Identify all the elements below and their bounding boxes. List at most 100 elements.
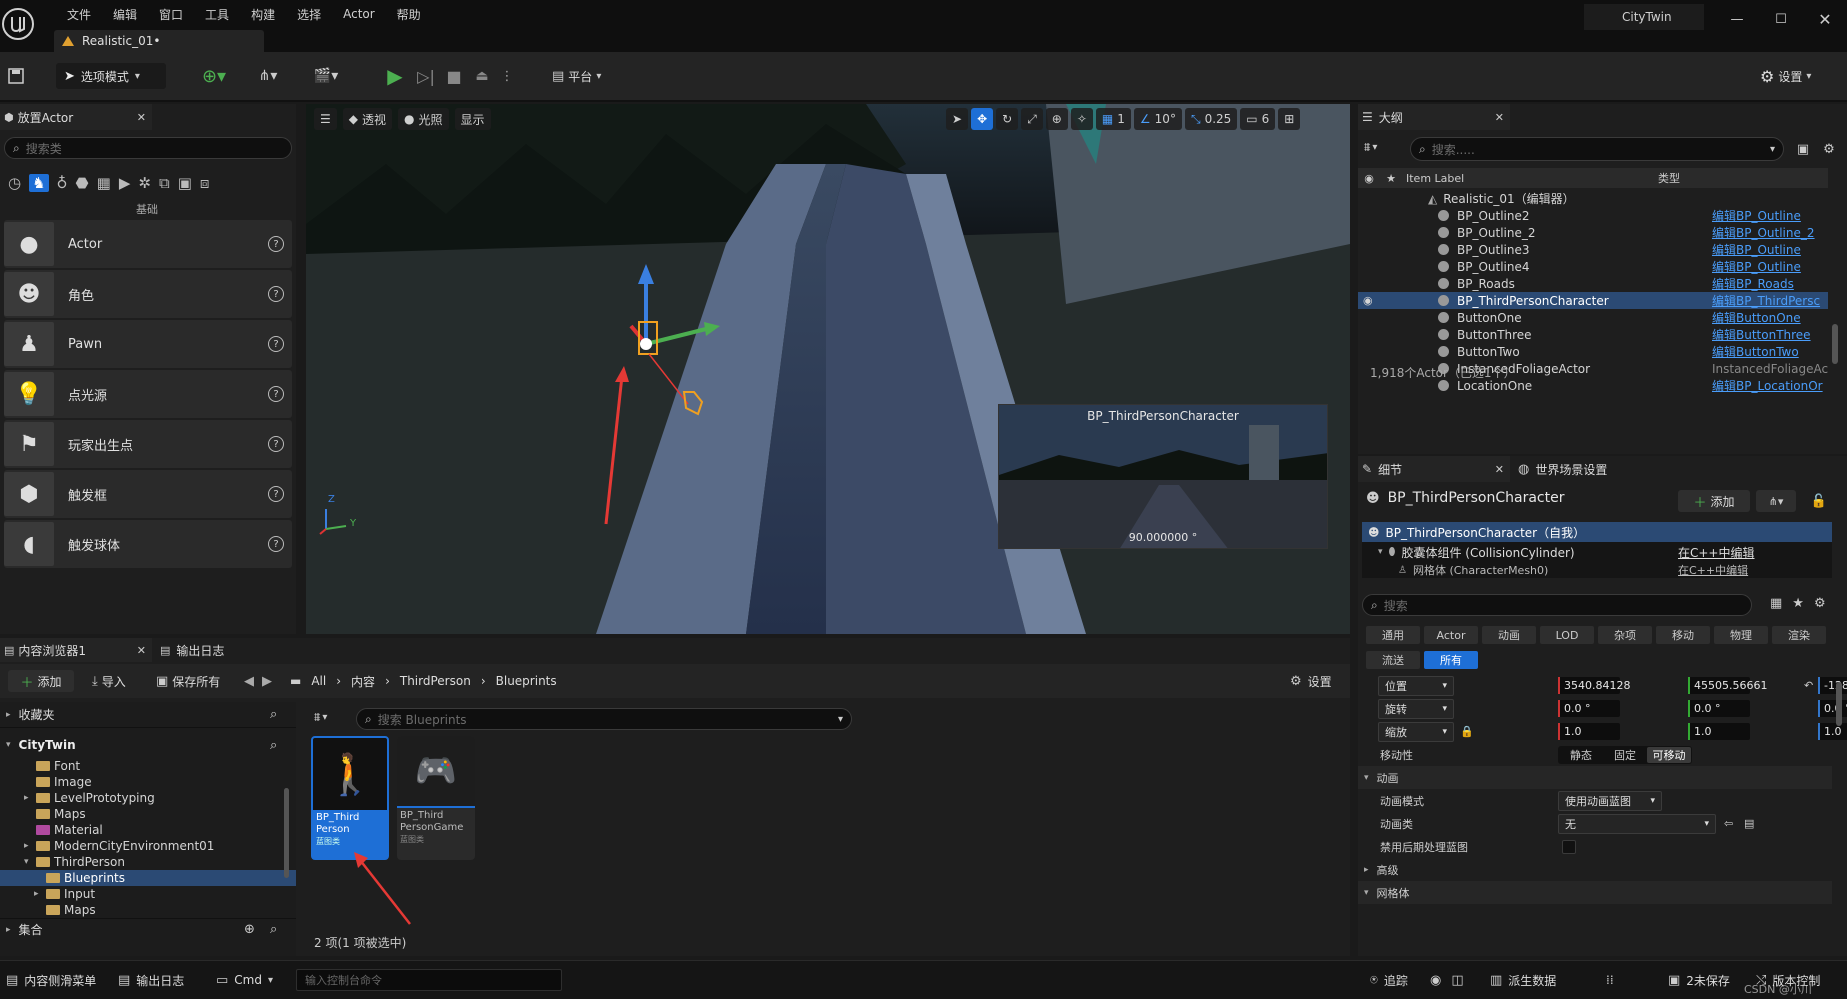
list-item[interactable]: ⬢ 触发框? [4,470,292,518]
world-local-icon[interactable]: ⊕ [1045,108,1068,130]
gear-icon[interactable]: ⚙ [1820,140,1838,158]
all-classes-icon[interactable]: ▣ [178,174,192,192]
component-capsule[interactable]: ▾ ⬮ 胶囊体组件 (CollisionCylinder) 在C++中编辑 [1362,542,1832,562]
outliner-row[interactable]: ◉ BP_ThirdPersonCharacter 编辑BP_ThirdPersc [1358,292,1828,309]
use-selected-icon[interactable]: ⇦ [1724,817,1733,830]
help-icon[interactable]: ? [268,486,284,502]
cinematic-icon[interactable]: ▦ [97,174,111,192]
outliner-row-type-link[interactable]: 编辑BP_LocationOr [1712,377,1823,394]
rotation-snap-button[interactable]: ∠ 10° [1133,108,1182,130]
outliner-row[interactable]: BP_Outline4 编辑BP_Outline [1358,258,1828,275]
scale-tool-icon[interactable]: ⤢ [1021,108,1043,130]
outliner-row[interactable]: BP_Outline2 编辑BP_Outline [1358,207,1828,224]
table-view-icon[interactable]: ▦ [1770,596,1782,611]
tree-scrollbar[interactable] [284,788,289,878]
content-drawer-button[interactable]: ▤ 内容侧滑菜单 [0,967,102,993]
menu-build[interactable]: 构建 [240,6,286,23]
visibility-eye-icon[interactable]: ◉ [1363,294,1373,307]
camera-speed-button[interactable]: ▭ 6 [1240,108,1276,130]
tree-root[interactable]: ◭ Realistic_01（编辑器） [1358,190,1828,207]
scale-snap-button[interactable]: ⤡ 0.25 [1184,108,1238,130]
settings-button[interactable]: ⚙ 设置 ▾ [1760,64,1811,88]
step-icon[interactable]: ▷| [414,64,438,88]
tree-folder-blueprints[interactable]: Blueprints [0,870,296,886]
eject-icon[interactable]: ⏏ [470,64,494,88]
list-item[interactable]: ◖ 触发球体? [4,520,292,568]
outliner-row-type-link[interactable]: 编辑BP_Roads [1712,275,1794,292]
visibility-header-icon[interactable]: ◉ [1358,172,1380,185]
collections-header[interactable]: ▸ 集合 ⊕ ⌕ [0,918,296,940]
component-mesh[interactable]: ♙ 网格体 (CharacterMesh0) 在C++中编辑 [1362,562,1832,578]
surface-snap-icon[interactable]: ✧ [1070,108,1093,130]
volumes-icon[interactable]: ⧉ [159,174,170,192]
close-tab-icon[interactable]: ✕ [137,644,146,657]
back-icon[interactable]: ◀ [244,674,254,689]
unsaved-button[interactable]: ▣ 2未保存 [1668,967,1730,993]
outliner-row[interactable]: BP_Outline_2 编辑BP_Outline_2 [1358,224,1828,241]
show-button[interactable]: 显示 [454,108,491,130]
outliner-row-type-link[interactable]: 编辑BP_Outline [1712,258,1801,275]
tree-folder-levelprototyping[interactable]: ▸ LevelPrototyping [0,790,296,806]
geometry-icon[interactable]: ✲ [138,174,151,192]
blueprint-options-button[interactable]: ⋔▾ [1756,490,1796,512]
menu-window[interactable]: 窗口 [148,6,194,23]
col-item-label[interactable]: Item Label [1402,172,1648,185]
outliner-row-type-link[interactable]: 编辑ButtonThree [1712,326,1811,343]
search-icon[interactable]: ⌕ [270,707,277,722]
world-settings-tab[interactable]: ◍ 世界场景设置 [1518,456,1607,482]
blueprint-icon[interactable]: ⋔▾ [250,64,286,88]
move-tool-icon[interactable]: ✥ [971,108,994,130]
level-tab[interactable]: Realistic_01• [54,30,264,52]
output-log-tab[interactable]: ▤ 输出日志 [160,638,224,662]
filter-rendering[interactable]: 渲染 [1772,626,1826,644]
outliner-row-type-link[interactable]: 编辑BP_ThirdPersc [1712,292,1820,309]
content-add-button[interactable]: ＋ 添加 [8,670,74,692]
details-tab[interactable]: ✎ 细节 ✕ [1358,456,1510,482]
rotate-tool-icon[interactable]: ↻ [996,108,1019,130]
mobility-static[interactable]: 静态 [1559,747,1603,763]
outliner-row-type-link[interactable]: 编辑BP_Outline_2 [1712,224,1815,241]
outliner-row-type-link[interactable]: InstancedFoliageAc [1712,362,1828,376]
close-tab-icon[interactable]: ✕ [1495,463,1504,476]
lights-icon[interactable]: ♁ [57,174,68,192]
mode-select[interactable]: ➤ 选项模式 ▾ [56,63,166,89]
list-item[interactable]: 💡 点光源? [4,370,292,418]
pin-header-icon[interactable]: ★ [1380,172,1402,185]
details-search-input[interactable]: ⌕ 搜索 [1362,594,1752,616]
output-log-button[interactable]: ▤ 输出日志 [118,967,184,993]
level-viewport[interactable]: Z Y ☰ ◆ 透视 ● 光照 显示 ➤ ✥ ↻ ⤢ ⊕ ✧ ▦ 1 ∠ 10° ⤡ 0.… [306,104,1350,634]
rotation-dropdown[interactable]: 旋转 ▾ [1378,698,1454,719]
shapes-icon[interactable]: ⬣ [76,174,89,192]
play-icon[interactable]: ▶ [382,64,408,88]
add-component-button[interactable]: ＋ 添加 [1678,490,1750,512]
help-icon[interactable]: ? [268,236,284,252]
animation-section-header[interactable]: ▾ 动画 [1358,766,1832,789]
outliner-row-type-link[interactable]: 编辑ButtonTwo [1712,343,1799,360]
col-type[interactable]: 类型 [1648,170,1680,186]
filter-physics[interactable]: 物理 [1714,626,1768,644]
save-all-button[interactable]: ▣ 保存所有 [156,670,220,692]
filter-all[interactable]: 所有 [1424,651,1478,669]
mobility-stationary[interactable]: 固定 [1603,747,1647,763]
menu-file[interactable]: 文件 [56,6,102,23]
location-y-field[interactable]: 45505.56661 [1688,677,1767,694]
help-icon[interactable]: ? [268,286,284,302]
expand-icon[interactable]: ▾ [1378,547,1383,557]
filter-lod[interactable]: LOD [1540,626,1594,644]
location-dropdown[interactable]: 位置 ▾ [1378,675,1454,696]
more-options-icon[interactable]: ⋮ [500,64,514,88]
network-icon[interactable]: ⁞⁞ [1606,973,1614,987]
scale-dropdown[interactable]: 缩放 ▾ [1378,721,1454,742]
close-button[interactable]: ✕ [1810,8,1840,30]
favorite-icon[interactable]: ★ [1792,596,1804,611]
list-item[interactable]: ⚑ 玩家出生点? [4,420,292,468]
mesh-section-header[interactable]: ▾ 网格体 [1358,881,1832,904]
add-content-icon[interactable]: ⊕▾ [196,64,232,88]
filter-general[interactable]: 通用 [1366,626,1420,644]
filter-actor[interactable]: Actor [1424,626,1478,644]
rotation-x-field[interactable]: 0.0 ° [1558,700,1620,717]
list-item[interactable]: ● Actor? [4,220,292,268]
import-button[interactable]: ⤓ 导入 [92,670,126,692]
filter-animation[interactable]: 动画 [1482,626,1536,644]
recent-icon[interactable]: ◷ [8,174,21,192]
